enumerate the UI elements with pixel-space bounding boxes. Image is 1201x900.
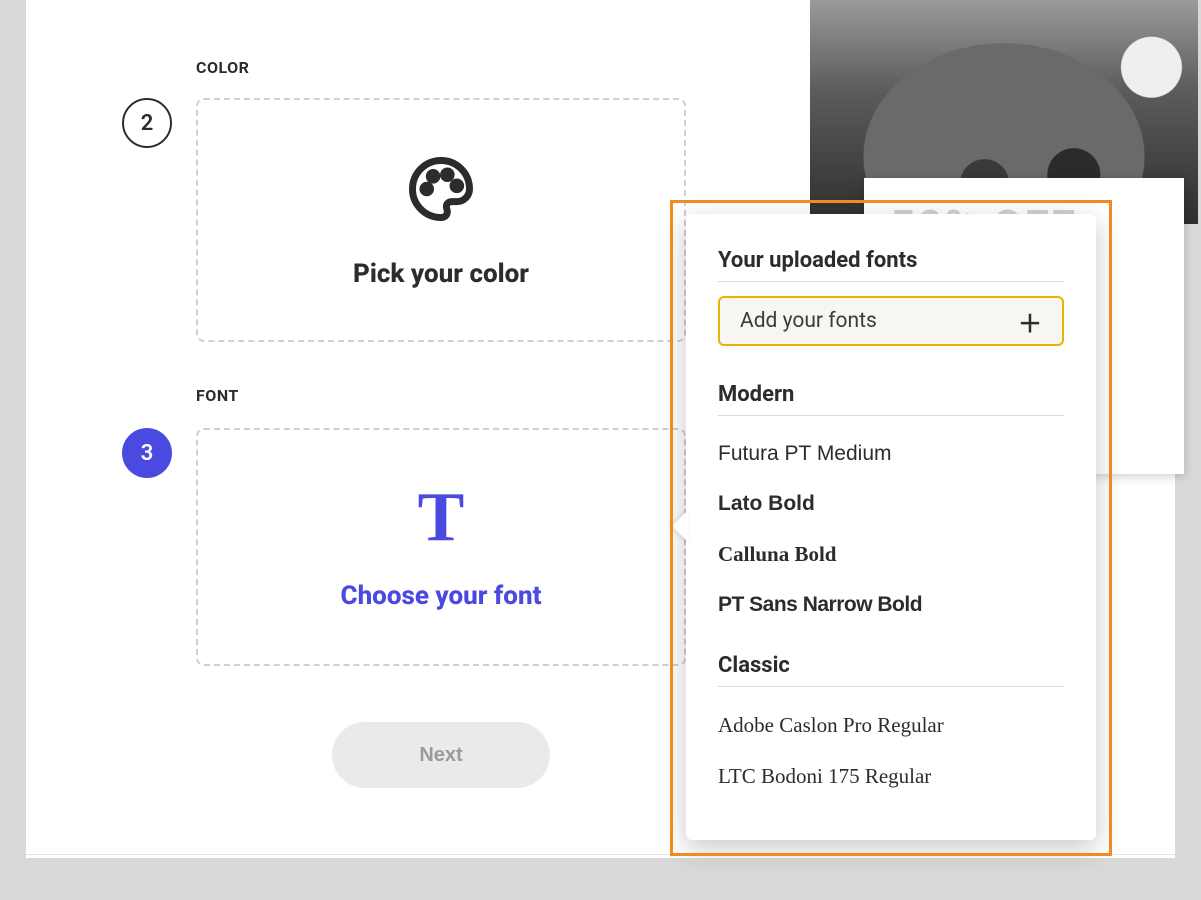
font-option[interactable]: PT Sans Narrow Bold <box>718 593 1064 617</box>
font-group-title: Modern <box>718 382 1064 416</box>
step-number-3: 3 <box>141 441 154 466</box>
choose-font-card[interactable]: T Choose your font <box>196 428 686 666</box>
bottom-divider <box>26 854 1175 855</box>
step-badge-3: 3 <box>122 428 172 478</box>
uploaded-fonts-title: Your uploaded fonts <box>718 248 1064 282</box>
font-picker-popup: Your uploaded fonts Add your fonts ＋ Mod… <box>686 214 1096 840</box>
next-button[interactable]: Next <box>332 722 550 788</box>
add-fonts-label: Add your fonts <box>740 309 877 333</box>
step-number-2: 2 <box>141 111 154 136</box>
font-option[interactable]: Lato Bold <box>718 492 1064 516</box>
font-group-title: Classic <box>718 653 1064 687</box>
font-group: Classic Adobe Caslon Pro Regular LTC Bodon… <box>718 653 1064 789</box>
pick-color-card[interactable]: Pick your color <box>196 98 686 342</box>
font-option[interactable]: LTC Bodoni 175 Regular <box>718 764 1064 789</box>
choose-font-title: Choose your font <box>341 581 542 611</box>
add-fonts-button[interactable]: Add your fonts ＋ <box>718 296 1064 346</box>
font-option[interactable]: Calluna Bold <box>718 542 1064 567</box>
type-icon: T <box>418 483 465 553</box>
next-button-label: Next <box>419 744 462 767</box>
plus-icon: ＋ <box>1018 304 1042 339</box>
step-label-color: COLOR <box>196 58 249 77</box>
step-badge-2: 2 <box>122 98 172 148</box>
font-option[interactable]: Futura PT Medium <box>718 442 1064 466</box>
pick-color-title: Pick your color <box>353 259 529 289</box>
palette-icon <box>403 151 479 231</box>
font-option[interactable]: Adobe Caslon Pro Regular <box>718 713 1064 738</box>
step-label-font: FONT <box>196 386 239 405</box>
popup-arrow <box>672 510 688 542</box>
font-group: Modern Futura PT Medium Lato Bold Calluna B… <box>718 382 1064 617</box>
